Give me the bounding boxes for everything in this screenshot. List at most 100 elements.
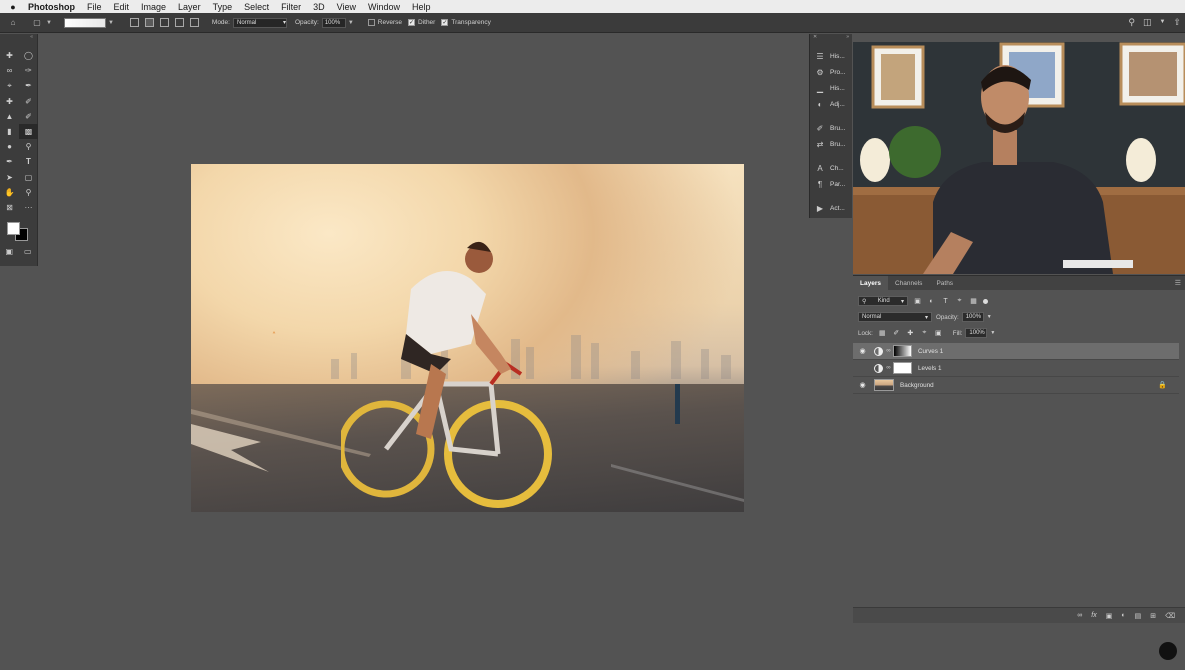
hand-tool-icon[interactable]: ✋ (0, 185, 19, 200)
zoom-tool-icon[interactable]: ⚲ (19, 185, 38, 200)
type-filter-icon[interactable]: T (941, 298, 950, 305)
tab-paths[interactable]: Paths (929, 276, 960, 290)
tab-layers[interactable]: Layers (853, 276, 888, 290)
menu-3d[interactable]: 3D (307, 2, 331, 12)
quick-select-tool-icon[interactable]: ✑ (19, 63, 38, 78)
chevron-down-icon[interactable]: ▼ (1160, 19, 1166, 28)
layer-opacity-input[interactable]: 100% (961, 312, 984, 322)
crop-tool-icon[interactable]: ⌖ (0, 78, 19, 93)
close-icon[interactable]: ✕ (813, 34, 817, 42)
pen-tool-icon[interactable]: ✒ (0, 154, 19, 169)
dither-checkbox[interactable]: ✓ (408, 19, 415, 26)
more-tools-icon[interactable]: ··· (19, 200, 38, 215)
new-layer-icon[interactable]: ⊞ (1150, 612, 1156, 620)
panel-history[interactable]: ☰ His... (810, 48, 852, 64)
brush-tool-icon[interactable]: ✐ (19, 94, 38, 109)
menu-select[interactable]: Select (238, 2, 275, 12)
lock-pixels-icon[interactable]: ✐ (892, 329, 901, 337)
filter-toggle-icon[interactable] (983, 298, 988, 304)
add-mask-icon[interactable]: ▣ (1106, 612, 1113, 620)
menu-filter[interactable]: Filter (275, 2, 307, 12)
marquee-tool-icon[interactable]: ◯ (19, 48, 38, 63)
history-brush-tool-icon[interactable]: ✐ (19, 109, 38, 124)
lasso-tool-icon[interactable]: ∞ (0, 63, 19, 78)
blend-mode-select[interactable]: Normal ▾ (858, 312, 932, 322)
eye-icon[interactable]: ◉ (853, 381, 872, 389)
panel-brushes[interactable]: ✐ Bru... (810, 120, 852, 136)
lock-all-icon[interactable]: ▣ (934, 329, 943, 337)
menu-type[interactable]: Type (207, 2, 239, 12)
type-tool-icon[interactable]: T (19, 154, 38, 169)
lock-transparent-icon[interactable]: ▦ (878, 329, 887, 337)
layer-row-curves[interactable]: ◉ ∞ Curves 1 (853, 343, 1179, 360)
panel-adjustments[interactable]: ◐ Adj... (810, 96, 852, 112)
pixel-filter-icon[interactable]: ▣ (913, 297, 922, 305)
foreground-color-swatch[interactable] (7, 222, 20, 236)
panel-properties[interactable]: ⚙ Pro... (810, 64, 852, 80)
smart-object-filter-icon[interactable]: ▦ (969, 297, 978, 305)
apple-menu-icon[interactable]: ● (0, 2, 26, 12)
lock-position-icon[interactable]: ✚ (906, 329, 915, 337)
eraser-tool-icon[interactable]: ▮ (0, 124, 19, 139)
curves-mask-thumbnail[interactable] (893, 345, 912, 357)
menu-layer[interactable]: Layer (172, 2, 207, 12)
stamp-tool-icon[interactable]: ▲ (0, 109, 19, 124)
shape-tool-icon[interactable]: ▢ (19, 170, 38, 185)
chevron-down-icon[interactable]: ▼ (348, 20, 354, 26)
chevron-down-icon[interactable]: ▼ (987, 314, 992, 320)
linear-gradient-button[interactable] (129, 18, 139, 27)
new-group-icon[interactable]: ▤ (1135, 612, 1142, 620)
gradient-tool-icon[interactable]: ▩ (19, 123, 38, 140)
search-icon[interactable]: ⚲ (1128, 17, 1135, 28)
menu-photoshop[interactable]: Photoshop (26, 2, 81, 12)
background-thumbnail[interactable] (874, 379, 894, 391)
chevron-down-icon[interactable]: ▼ (990, 330, 995, 336)
blur-tool-icon[interactable]: ● (0, 139, 19, 154)
mode-select[interactable]: Normal ▾ (232, 17, 287, 28)
panel-actions[interactable]: ▶ Act... (810, 200, 852, 216)
trash-icon[interactable]: ⌫ (1165, 612, 1175, 620)
menu-window[interactable]: Window (362, 2, 406, 12)
reverse-checkbox[interactable] (367, 19, 375, 26)
workspace-icon[interactable]: ◫ (1143, 17, 1152, 28)
panel-histogram[interactable]: ▁ His... (810, 80, 852, 96)
panel-character[interactable]: A Ch... (810, 160, 852, 176)
move-tool-icon[interactable]: ✚ (0, 48, 19, 63)
menu-edit[interactable]: Edit (108, 2, 136, 12)
opacity-input[interactable]: 100% (321, 17, 346, 28)
eye-icon[interactable]: ◉ (853, 347, 872, 355)
dodge-tool-icon[interactable]: ⚲ (19, 139, 38, 154)
panel-paragraph[interactable]: ¶ Par... (810, 176, 852, 192)
adjustment-filter-icon[interactable]: ◐ (927, 298, 936, 305)
reflected-gradient-button[interactable] (174, 18, 184, 27)
diamond-gradient-button[interactable] (189, 18, 199, 27)
shape-filter-icon[interactable]: ⌖ (955, 297, 964, 305)
layer-style-icon[interactable]: fx (1091, 612, 1096, 619)
levels-mask-thumbnail[interactable] (893, 362, 912, 374)
menu-file[interactable]: File (81, 2, 108, 12)
chevron-down-icon[interactable]: ▼ (46, 20, 52, 26)
screen-mode-icon[interactable]: ▭ (24, 247, 32, 256)
menu-view[interactable]: View (331, 2, 362, 12)
layer-row-background[interactable]: ◉ Background 🔒 (853, 377, 1179, 394)
fill-input[interactable]: 100% (965, 328, 988, 338)
path-select-tool-icon[interactable]: ➤ (0, 170, 19, 185)
new-adjustment-icon[interactable]: ◐ (1121, 612, 1125, 619)
transparency-checkbox[interactable]: ✓ (441, 19, 449, 26)
collapse-icon[interactable]: « (0, 34, 37, 42)
gradient-tool-preset-icon[interactable]: ▢ (30, 17, 44, 29)
expand-icon[interactable]: » (846, 34, 849, 42)
healing-brush-tool-icon[interactable]: ✚ (0, 94, 19, 109)
eye-icon[interactable]: ◉ (853, 364, 872, 372)
frame-tool-icon[interactable]: ⊠ (0, 200, 19, 215)
layer-row-levels[interactable]: ◉ ∞ Levels 1 (853, 360, 1179, 377)
menu-help[interactable]: Help (406, 2, 437, 12)
kind-filter-select[interactable]: ⚲ Kind ▾ (858, 296, 908, 306)
radial-gradient-button[interactable] (144, 18, 154, 27)
panel-menu-icon[interactable]: ☰ (1175, 279, 1185, 287)
link-layers-icon[interactable]: ∞ (1077, 612, 1082, 619)
document-canvas[interactable] (191, 164, 744, 512)
angle-gradient-button[interactable] (159, 18, 169, 27)
gradient-swatch[interactable] (63, 17, 106, 28)
lock-artboard-icon[interactable]: ⌖ (920, 329, 929, 337)
